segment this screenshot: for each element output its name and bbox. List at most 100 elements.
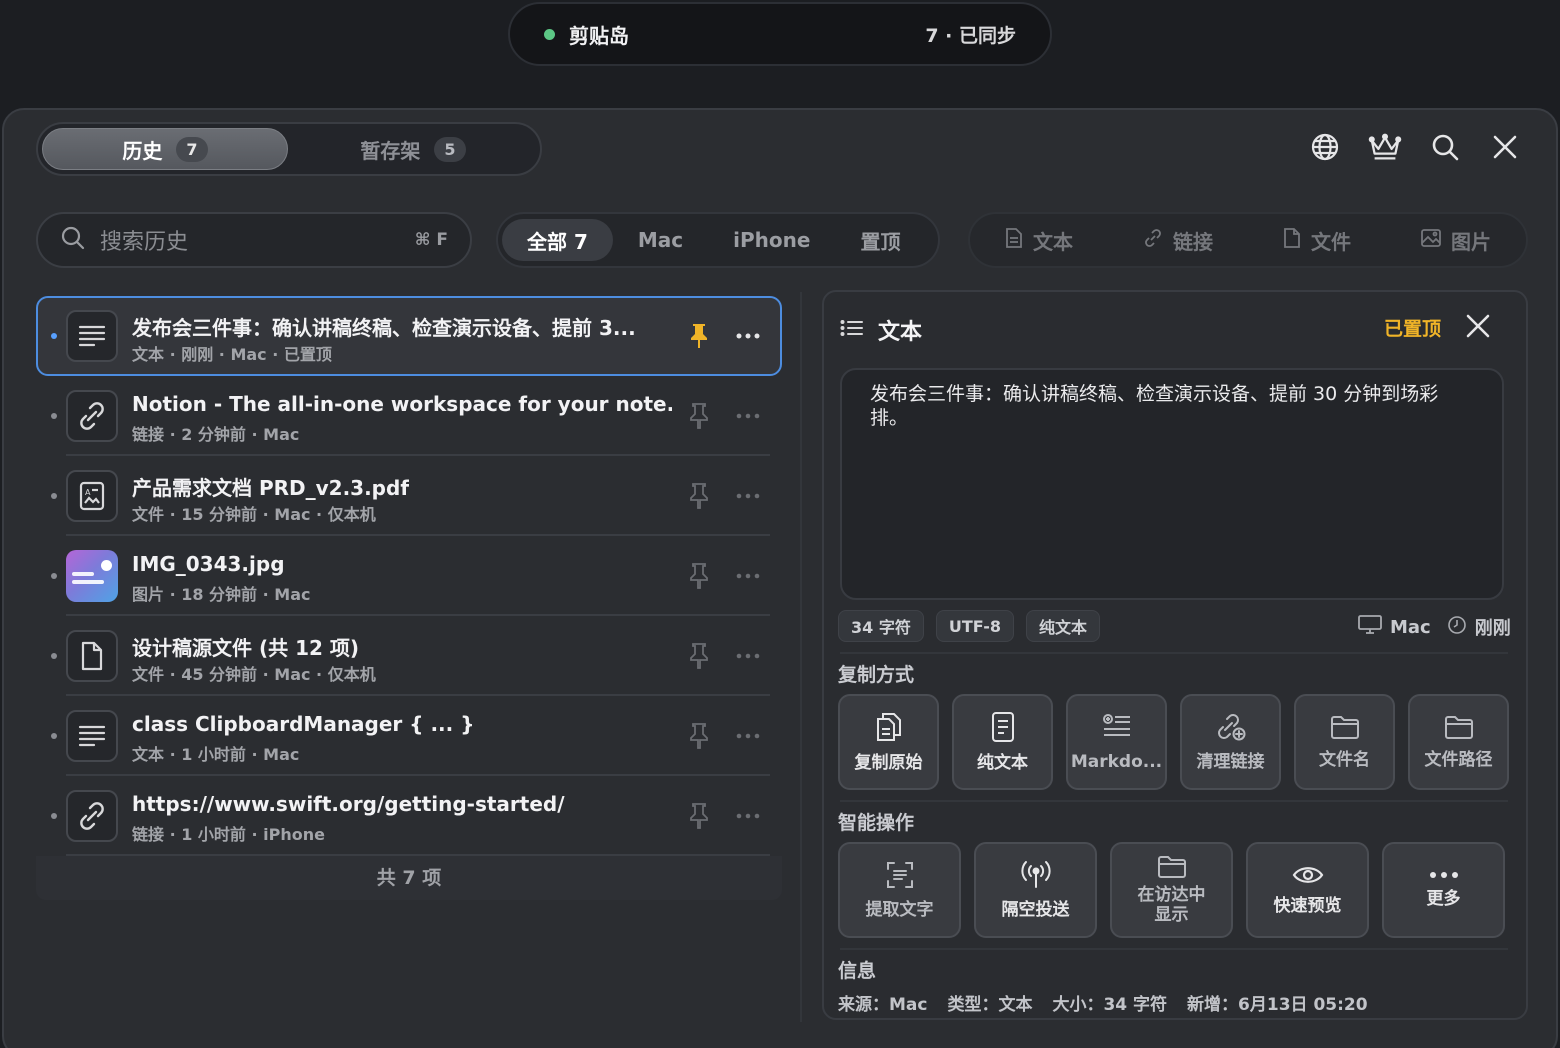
clean-link-label: 清理链接 [1196, 752, 1265, 772]
char-count-chip: 34 字符 [838, 610, 924, 642]
more-icon[interactable] [736, 564, 760, 588]
file-name-button[interactable]: 文件名 [1294, 694, 1395, 790]
divider [840, 800, 1508, 802]
plain-text-button[interactable]: 纯文本 [952, 694, 1053, 790]
tab-shelf[interactable]: 暂存架 5 [290, 128, 536, 170]
search-icon[interactable] [1428, 130, 1462, 164]
content-preview[interactable]: 发布会三件事：确认讲稿终稿、检查演示设备、提前 30 分钟到场彩排。 [840, 368, 1504, 600]
item-bullet [51, 813, 57, 819]
search-shortcut: ⌘ F [414, 230, 448, 250]
more-icon[interactable] [736, 324, 760, 348]
globe-icon[interactable] [1308, 130, 1342, 164]
file-path-button[interactable]: 文件路径 [1408, 694, 1509, 790]
item-bullet [51, 573, 57, 579]
smart-actions: 提取文字 隔空投送 在访达中 显示 快速预览 更多 [838, 842, 1505, 938]
search-field[interactable]: 搜索历史 ⌘ F [36, 212, 472, 268]
item-meta: 文本 · 刚刚 · Mac · 已置顶 [132, 345, 332, 364]
pin-icon[interactable] [688, 802, 710, 830]
item-title: 设计稿源文件 (共 12 项) [132, 636, 360, 660]
search-placeholder: 搜索历史 [100, 230, 189, 255]
plain-text-label: 纯文本 [977, 753, 1028, 773]
item-meta: 文件 · 45 分钟前 · Mac · 仅本机 [132, 665, 376, 684]
clipboard-panel: 历史 7 暂存架 5 搜索历史 ⌘ F 全部 7 Mac iPhone 置顶 文… [2, 108, 1558, 1048]
image-thumbnail [66, 550, 118, 602]
pin-icon[interactable] [688, 402, 710, 430]
item-bullet [51, 733, 57, 739]
filter-mac[interactable]: Mac [613, 219, 708, 261]
pin-icon[interactable] [688, 722, 710, 750]
info-row: 来源：Mac 类型：文本 大小：34 字符 新增：6月13日 05:20 [838, 990, 1368, 1015]
info-source: 来源：Mac [838, 995, 928, 1015]
info-type: 类型：文本 [947, 995, 1033, 1015]
close-icon[interactable] [1488, 130, 1522, 164]
more-icon[interactable] [736, 404, 760, 428]
tab-shelf-label: 暂存架 [360, 138, 421, 163]
extract-text-label: 提取文字 [865, 900, 934, 920]
list-item[interactable]: class ClipboardManager { ... } 文本 · 1 小时… [36, 696, 782, 776]
encoding-chip: UTF-8 [935, 610, 1014, 642]
filter-pinned[interactable]: 置顶 [835, 219, 925, 261]
type-text[interactable]: 文本 [1005, 226, 1073, 255]
copied-time: 刚刚 [1474, 618, 1511, 639]
sync-status: 7 · 已同步 [925, 24, 1016, 47]
tab-history-count: 7 [176, 136, 208, 162]
list-item[interactable]: 设计稿源文件 (共 12 项) 文件 · 45 分钟前 · Mac · 仅本机 [36, 616, 782, 696]
filter-iphone[interactable]: iPhone [708, 219, 835, 261]
more-icon[interactable] [736, 804, 760, 828]
extract-text-button[interactable]: 提取文字 [838, 842, 961, 938]
document-icon [1005, 227, 1023, 253]
close-icon[interactable] [1464, 312, 1494, 342]
sync-island[interactable]: 剪贴岛 7 · 已同步 [508, 2, 1052, 66]
type-link-label: 链接 [1173, 229, 1213, 254]
filter-all[interactable]: 全部 7 [502, 219, 613, 261]
more-actions-button[interactable]: 更多 [1382, 842, 1505, 938]
item-title: 产品需求文档 PRD_v2.3.pdf [132, 476, 410, 500]
more-icon[interactable] [736, 484, 760, 508]
search-icon [60, 225, 86, 255]
info-section-title: 信息 [838, 960, 877, 982]
markdown-button[interactable]: Markdo... [1066, 694, 1167, 790]
item-meta: 链接 · 2 分钟前 · Mac [132, 425, 300, 444]
pin-icon[interactable] [688, 642, 710, 670]
source-filters: 全部 7 Mac iPhone 置顶 [496, 212, 940, 268]
list-item[interactable]: Notion - The all-in-one workspace for yo… [36, 376, 782, 456]
list-item[interactable]: 发布会三件事：确认讲稿终稿、检查演示设备、提前 3... 文本 · 刚刚 · M… [36, 296, 782, 376]
copy-original-button[interactable]: 复制原始 [838, 694, 939, 790]
info-size: 大小：34 字符 [1052, 995, 1168, 1015]
type-file[interactable]: 文件 [1283, 226, 1351, 255]
link-icon [66, 390, 118, 442]
tab-history[interactable]: 历史 7 [42, 128, 288, 170]
svg-text:A: A [85, 488, 91, 497]
item-title: 发布会三件事：确认讲稿终稿、检查演示设备、提前 3... [132, 316, 636, 340]
item-bullet [51, 333, 57, 339]
crown-icon[interactable] [1368, 130, 1402, 164]
pin-icon[interactable] [688, 562, 710, 590]
pin-icon[interactable] [688, 482, 710, 510]
airdrop-button[interactable]: 隔空投送 [974, 842, 1097, 938]
list-count: 共 7 项 [36, 856, 782, 900]
tab-shelf-count: 5 [434, 136, 466, 162]
clean-link-button[interactable]: 清理链接 [1180, 694, 1281, 790]
quick-look-button[interactable]: 快速预览 [1246, 842, 1369, 938]
copy-original-label: 复制原始 [854, 753, 923, 773]
pin-icon[interactable] [688, 322, 710, 350]
item-meta: 链接 · 1 小时前 · iPhone [132, 825, 325, 844]
item-meta: 图片 · 18 分钟前 · Mac [132, 585, 311, 604]
show-in-finder-button[interactable]: 在访达中 显示 [1110, 842, 1233, 938]
list-item[interactable]: A 产品需求文档 PRD_v2.3.pdf 文件 · 15 分钟前 · Mac … [36, 456, 782, 536]
format-chip: 纯文本 [1025, 610, 1100, 642]
file-name-label: 文件名 [1319, 750, 1370, 770]
list-item[interactable]: https://www.swift.org/getting-started/ 链… [36, 776, 782, 856]
file-icon [66, 630, 118, 682]
type-link[interactable]: 链接 [1143, 226, 1213, 255]
more-icon[interactable] [736, 644, 760, 668]
image-icon [1421, 228, 1441, 252]
item-meta: 文本 · 1 小时前 · Mac [132, 745, 300, 764]
pdf-icon: A [66, 470, 118, 522]
more-icon[interactable] [736, 724, 760, 748]
list-item[interactable]: IMG_0343.jpg 图片 · 18 分钟前 · Mac [36, 536, 782, 616]
type-image[interactable]: 图片 [1421, 226, 1491, 255]
item-title: IMG_0343.jpg [132, 552, 285, 576]
copy-actions: 复制原始 纯文本 Markdo... 清理链接 文件名 文件路径 [838, 694, 1509, 790]
more-actions-label: 更多 [1426, 889, 1461, 909]
